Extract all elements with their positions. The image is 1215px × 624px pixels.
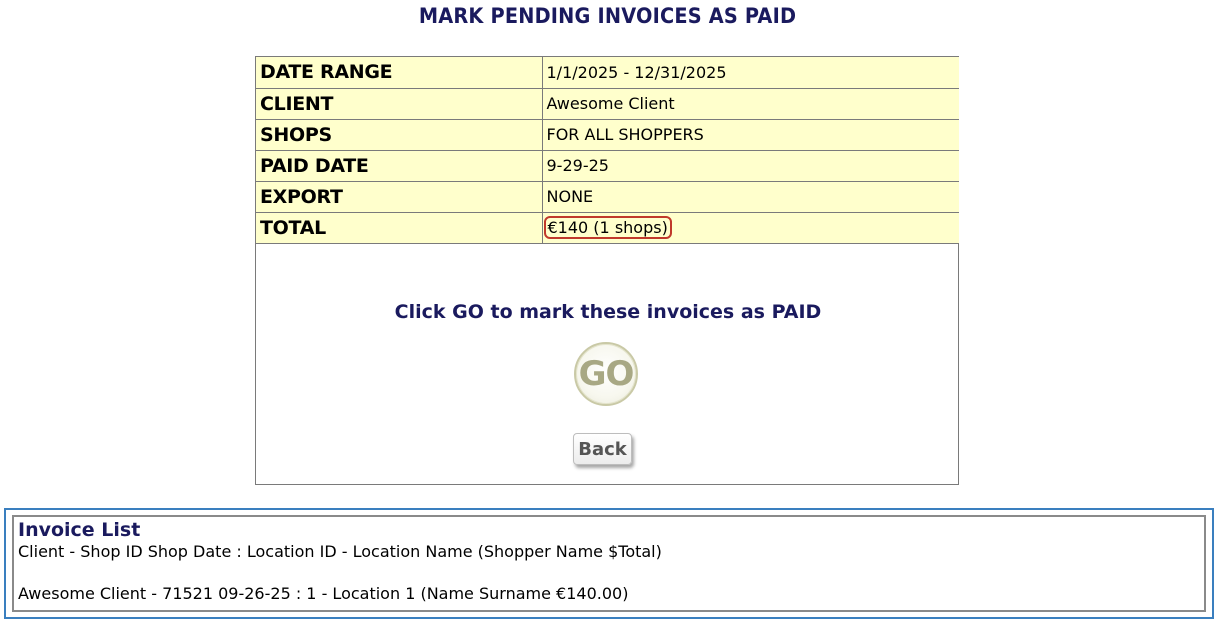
client-value: Awesome Client (541, 87, 959, 120)
go-button[interactable]: GO (574, 342, 638, 406)
summary-row-total: TOTAL €140 (1 shops) (256, 211, 959, 244)
go-button-label: GO (578, 354, 635, 394)
summary-row-export: EXPORT NONE (256, 180, 959, 213)
export-value: NONE (541, 180, 959, 213)
summary-table: DATE RANGE 1/1/2025 - 12/31/2025 CLIENT … (256, 57, 959, 244)
client-label: CLIENT (256, 87, 543, 120)
invoice-list-spacer (18, 562, 1204, 584)
summary-row-date-range: DATE RANGE 1/1/2025 - 12/31/2025 (256, 57, 959, 89)
paid-date-label: PAID DATE (256, 149, 543, 182)
summary-row-shops: SHOPS FOR ALL SHOPPERS (256, 118, 959, 151)
invoice-list-title: Invoice List (18, 519, 141, 541)
invoice-summary-panel: DATE RANGE 1/1/2025 - 12/31/2025 CLIENT … (255, 56, 959, 485)
total-value-cell: €140 (1 shops) (541, 211, 959, 244)
shops-label: SHOPS (256, 118, 543, 151)
summary-row-client: CLIENT Awesome Client (256, 87, 959, 120)
back-button-label: Back (578, 438, 627, 460)
total-label: TOTAL (256, 211, 543, 244)
invoice-list-header: Client - Shop ID Shop Date : Location ID… (18, 542, 662, 561)
go-instruction: Click GO to mark these invoices as PAID (394, 301, 822, 323)
paid-date-value: 9-29-25 (541, 149, 959, 182)
date-range-value: 1/1/2025 - 12/31/2025 (541, 57, 959, 89)
summary-row-paid-date: PAID DATE 9-29-25 (256, 149, 959, 182)
page-title: MARK PENDING INVOICES AS PAID (418, 4, 797, 28)
date-range-label: DATE RANGE (256, 57, 543, 89)
total-value: €140 (1 shops) (543, 216, 672, 239)
invoice-list-box: Invoice List Client - Shop ID Shop Date … (12, 515, 1206, 612)
invoice-list-panel: Invoice List Client - Shop ID Shop Date … (4, 508, 1214, 619)
shops-value: FOR ALL SHOPPERS (541, 118, 959, 151)
list-item: Awesome Client - 71521 09-26-25 : 1 - Lo… (18, 584, 629, 603)
export-label: EXPORT (256, 180, 543, 213)
back-button[interactable]: Back (573, 433, 632, 465)
